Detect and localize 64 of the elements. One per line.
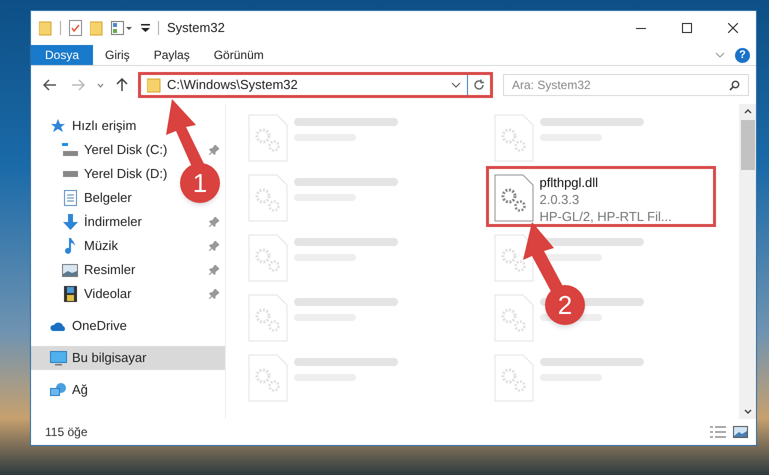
folder-icon [147,78,161,92]
close-icon [728,23,738,33]
ribbon-tab[interactable]: Giriş [93,45,142,65]
scrollbar[interactable] [739,104,756,419]
document-icon [61,190,79,206]
properties-icon[interactable] [111,21,133,35]
recent-caret-icon[interactable] [97,82,104,88]
up-arrow-icon[interactable] [116,78,128,92]
chevron-down-icon[interactable] [715,52,725,58]
item-count: 115 öğe [45,424,88,441]
checklist-icon[interactable] [69,20,82,36]
sidebar-item[interactable]: Müzik [84,236,118,256]
search-field[interactable]: Ara: System32 [503,74,749,96]
pin-icon[interactable] [209,145,219,155]
monitor-icon [49,350,67,366]
sidebar-item[interactable]: Bu bilgisayar [31,346,225,370]
ribbon-tab[interactable]: Görünüm [202,45,276,65]
file-detail: HP-GL/2, HP-RTL Fil... [540,208,672,225]
file-detail: 2.0.3.3 [540,191,580,208]
drive-icon [61,171,79,177]
details-view-icon[interactable] [710,426,726,438]
folder-icon[interactable] [90,20,103,36]
download-icon [61,214,79,230]
scroll-thumb[interactable] [740,120,754,170]
ribbon-tab[interactable]: Dosya [31,45,94,65]
help-button[interactable]: ? [735,48,750,62]
folder-icon[interactable] [39,20,52,36]
sidebar-item[interactable]: İndirmeler [84,212,142,232]
ribbon-tab[interactable]: Paylaş [142,45,202,65]
cloud-icon [49,320,67,332]
drive-icon [61,143,79,157]
star-icon [49,118,67,134]
search-icon[interactable] [729,80,740,90]
back-arrow-icon[interactable] [43,79,57,91]
scroll-up-icon[interactable] [744,109,752,114]
sidebar-item[interactable]: Hızlı erişim [72,116,136,136]
sidebar-item[interactable]: Yerel Disk (D:) [84,164,168,184]
picture-icon [61,264,79,276]
address-field[interactable]: C:\Windows\System32 [138,72,493,98]
search-placeholder: Ara: System32 [512,77,591,94]
sidebar-item[interactable]: OneDrive [72,316,127,336]
sidebar-item[interactable]: Yerel Disk (C:) [84,140,168,160]
file-name: pflthpgl.dll [540,174,600,191]
network-icon [49,382,67,398]
sidebar-label: Bu bilgisayar [72,349,146,368]
film-icon [61,286,79,302]
pin-icon[interactable] [209,265,219,275]
pin-icon[interactable] [209,241,219,251]
refresh-icon[interactable] [473,79,485,91]
pin-icon[interactable] [209,217,219,227]
dll-file-icon[interactable] [494,174,534,222]
address-path: C:\Windows\System32 [167,76,298,94]
sidebar-item[interactable]: Videolar [84,284,132,304]
pin-icon[interactable] [209,289,219,299]
scroll-down-icon[interactable] [744,409,752,414]
dropdown-caret-icon[interactable] [451,82,461,88]
sidebar-item[interactable]: Resimler [84,260,136,280]
maximize-icon [682,23,692,33]
sidebar-item[interactable]: Ağ [72,380,88,400]
sidebar-item[interactable]: Belgeler [84,188,132,208]
tiles-view-icon[interactable] [733,426,748,438]
window-title: System32 [167,19,225,38]
forward-arrow-icon[interactable] [71,79,85,91]
customize-caret-icon[interactable] [141,23,150,33]
